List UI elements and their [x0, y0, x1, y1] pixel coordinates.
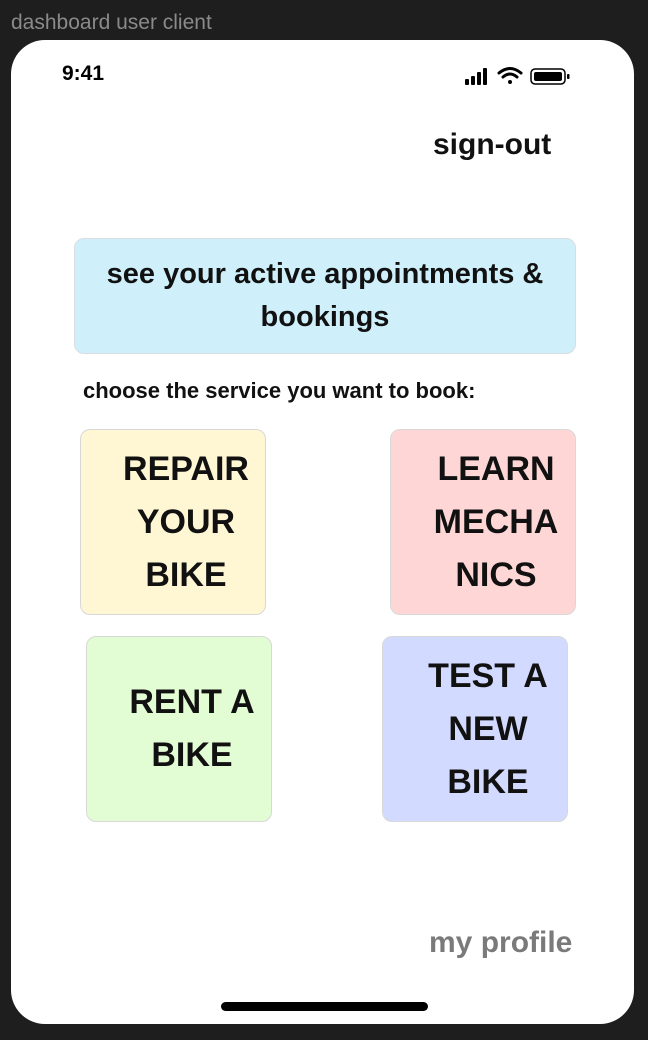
repair-bike-tile[interactable]: REPAIR YOUR BIKE	[80, 429, 266, 615]
rent-bike-label: RENT A BIKE	[129, 683, 255, 774]
wifi-icon	[497, 67, 523, 84]
active-appointments-label: see your active appointments & bookings	[106, 258, 544, 333]
test-new-bike-label: TEST A NEW BIKE	[428, 656, 548, 801]
cellular-signal-icon	[465, 68, 487, 85]
battery-icon	[530, 68, 570, 85]
phone-screen: 9:41 sign-out see your active appointmen…	[11, 40, 634, 1024]
service-prompt: choose the service you want to book:	[83, 378, 476, 403]
rent-bike-tile[interactable]: RENT A BIKE	[86, 636, 272, 822]
active-appointments-button[interactable]: see your active appointments & bookings	[74, 238, 576, 354]
status-time: 9:41	[62, 62, 105, 85]
my-profile-button[interactable]: my profile	[429, 926, 572, 960]
repair-bike-label: REPAIR YOUR BIKE	[123, 449, 249, 594]
sign-out-button[interactable]: sign-out	[433, 128, 551, 162]
status-icons	[465, 67, 570, 85]
learn-mechanics-tile[interactable]: LEARN MECHA NICS	[390, 429, 576, 615]
home-indicator[interactable]	[221, 1002, 428, 1011]
learn-mechanics-label: LEARN MECHA NICS	[433, 449, 559, 594]
test-new-bike-tile[interactable]: TEST A NEW BIKE	[382, 636, 568, 822]
frame-title: dashboard user client	[11, 11, 212, 34]
